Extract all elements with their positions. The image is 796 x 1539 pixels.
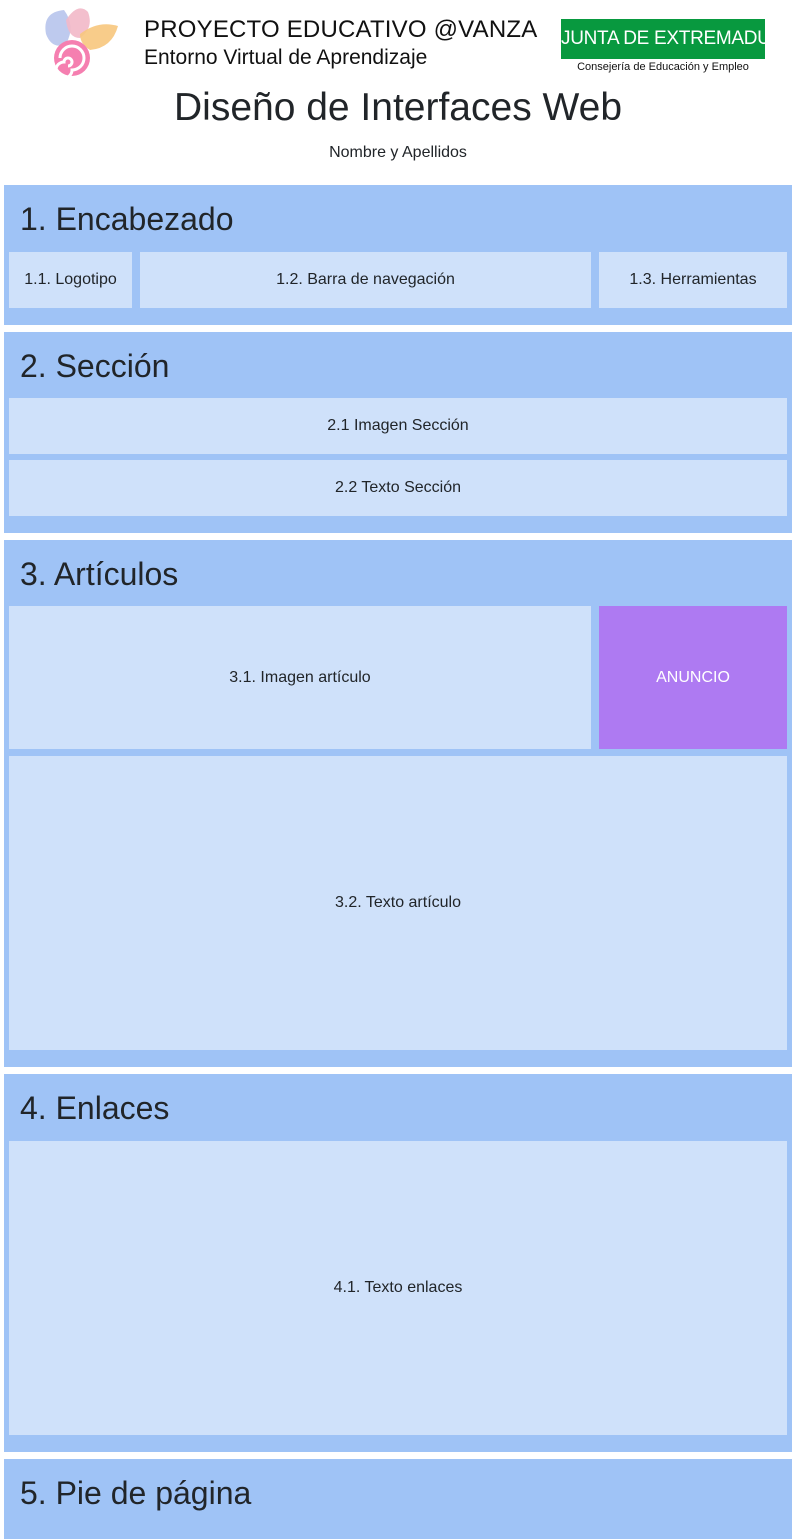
section-links: 4. Enlaces 4.1. Texto enlaces [4,1074,792,1452]
page-title: Diseño de Interfaces Web [173,86,623,129]
section-header: 1. Encabezado 1.1. Logotipo 1.2. Barra d… [4,185,792,325]
section-links-title: 4. Enlaces [20,1090,170,1126]
junta-logo: JUNTA DE EXTREMADURA [561,19,796,59]
author-name: Nombre y Apellidos [329,144,467,161]
section-footer: 5. Pie de página [4,1459,792,1539]
section-header-title: 1. Encabezado [20,201,234,237]
nav-bar-box: 1.2. Barra de navegación [140,252,591,308]
links-text-box: 4.1. Texto enlaces [9,1141,787,1435]
project-subtitle: Entorno Virtual de Aprendizaje [144,46,428,69]
tools-box: 1.3. Herramientas [599,252,787,308]
junta-subtitle: Consejería de Educación y Empleo [577,61,749,73]
article-image-box: 3.1. Imagen artículo [9,606,591,749]
ad-box: ANUNCIO [599,606,787,749]
avanza-logo-icon [45,8,118,80]
section-text-box: 2.2 Texto Sección [9,460,787,516]
section-articles-title: 3. Artículos [20,556,179,592]
section-articles: 3. Artículos 3.1. Imagen artículo ANUNCI… [4,540,792,1067]
article-text-box: 3.2. Texto artículo [9,756,787,1050]
logo-box: 1.1. Logotipo [9,252,132,308]
top-banner: PROYECTO EDUCATIVO @VANZA Entorno Virtua… [0,0,796,84]
section-image-box: 2.1 Imagen Sección [9,398,787,454]
section-section: 2. Sección 2.1 Imagen Sección 2.2 Texto … [4,332,792,533]
section-footer-title: 5. Pie de página [20,1475,252,1511]
section-section-title: 2. Sección [20,348,170,384]
project-title: PROYECTO EDUCATIVO @VANZA [144,16,538,43]
